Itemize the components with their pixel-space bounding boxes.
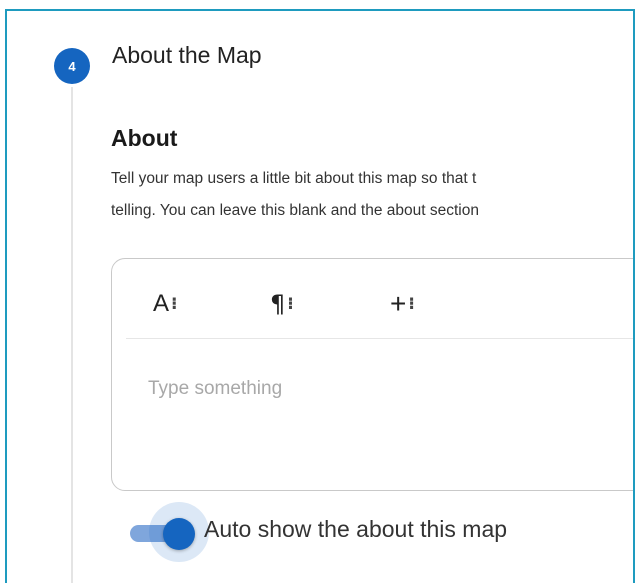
text-style-button[interactable]: A ⁝ — [153, 284, 177, 324]
step-number-badge: 4 — [54, 48, 90, 84]
more-options-icon: ⁝ — [287, 294, 294, 314]
toolbar-divider — [126, 338, 633, 339]
paragraph-button[interactable]: ¶ ⁝ — [270, 284, 294, 324]
about-description: Tell your map users a little bit about t… — [111, 163, 633, 227]
about-description-line: Tell your map users a little bit about t… — [111, 170, 477, 187]
paragraph-icon: ¶ — [270, 290, 286, 318]
plus-icon: + — [390, 288, 407, 319]
auto-show-label[interactable]: Auto show the about this map — [204, 516, 507, 543]
about-text-input[interactable] — [148, 374, 633, 404]
auto-show-toggle[interactable] — [128, 502, 209, 562]
about-description-line: telling. You can leave this blank and th… — [111, 202, 479, 219]
step-title: About the Map — [112, 42, 262, 68]
about-map-panel: 4 About the Map About Tell your map user… — [5, 9, 635, 583]
insert-button[interactable]: + ⁝ — [390, 284, 415, 324]
toggle-thumb — [163, 518, 195, 550]
more-options-icon: ⁝ — [171, 294, 178, 313]
rich-text-editor: A ⁝ ¶ ⁝ + ⁝ — [111, 258, 633, 491]
step-connector-line — [71, 87, 73, 583]
more-options-icon: ⁝ — [408, 294, 415, 313]
text-style-icon: A — [153, 290, 170, 317]
about-heading: About — [111, 125, 178, 151]
